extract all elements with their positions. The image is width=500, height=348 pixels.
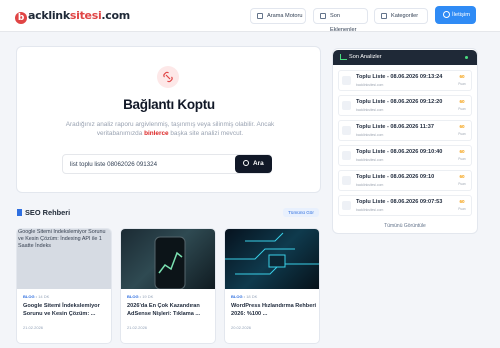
recent-analysis-row[interactable]: Toplu Liste - 08.06.2026 09:13:24 backlin… (338, 70, 472, 91)
row-domain: backlinksitesi.com (356, 83, 384, 87)
circuit-board-image (225, 229, 319, 289)
row-title: Toplu Liste - 08.06.2026 11:37 (356, 124, 434, 130)
seo-section-title: SEO Rehberi (16, 208, 70, 217)
grid-icon (257, 13, 263, 19)
post-read-time: 18 DK (246, 294, 258, 299)
row-domain: backlinksitesi.com (356, 108, 384, 112)
row-score: 60 (459, 99, 465, 104)
row-score-unit: Puan (458, 207, 466, 211)
seo-title-text: SEO Rehberi (25, 208, 71, 217)
logo-highlight: sitesi (69, 9, 102, 22)
post-meta: BLOG • 19 DK (127, 294, 154, 299)
document-icon (342, 176, 351, 185)
row-domain: backlinksitesi.com (356, 183, 384, 187)
contact-button[interactable]: İletişim (435, 6, 476, 24)
row-domain: backlinksitesi.com (356, 158, 384, 162)
row-title: Toplu Liste - 08.06.2026 09:12:20 (356, 99, 443, 105)
folder-icon (381, 13, 387, 19)
document-icon (342, 151, 351, 160)
row-title: Toplu Liste - 08.06.2026 09:07:53 (356, 199, 443, 205)
post-read-time: 19 DK (142, 294, 154, 299)
row-score-unit: Puan (458, 157, 466, 161)
desc-part: başka site analizi mevcut. (170, 130, 244, 138)
nav-latest-button[interactable]: Son Eklenenler (313, 8, 368, 33)
post-date: 20.02.2026 (231, 325, 252, 330)
post-category: BLOG (23, 294, 35, 299)
search-value: list toplu liste 08062026 091324 (70, 161, 158, 168)
view-all-link[interactable]: Tümünü Görüntüle (333, 223, 477, 229)
row-score: 60 (459, 124, 465, 129)
row-score: 60 (459, 74, 465, 79)
recent-analysis-row[interactable]: Toplu Liste - 08.06.2026 09:12:20 backlin… (338, 95, 472, 116)
desc-highlight: binlerce (144, 130, 169, 138)
phone-graphic (154, 236, 186, 290)
post-title[interactable]: 2026'da En Çok Kazandıran AdSense Nişler… (127, 303, 213, 318)
nav-search-engine-button[interactable]: Arama Motoru (250, 8, 306, 24)
post-category: BLOG (127, 294, 139, 299)
blog-card[interactable]: BLOG • 18 DK WordPress Hızlandırma Rehbe… (224, 228, 320, 344)
blog-card[interactable]: BLOG • 19 DK 2026'da En Çok Kazandıran A… (120, 228, 216, 344)
post-meta: BLOG • 18 DK (231, 294, 258, 299)
logo-text: acklink (28, 9, 70, 22)
post-title[interactable]: Google Sitemi İndekslemiyor Sorunu ve Ke… (23, 303, 109, 318)
post-date: 21.02.2026 (127, 325, 148, 330)
recent-panel-header: Son Analizler (333, 50, 477, 65)
row-domain: backlinksitesi.com (356, 133, 384, 137)
post-meta: BLOG • 14 DK (23, 294, 50, 299)
recent-title: Son Analizler (349, 54, 382, 60)
image-alt-text: Google Sitemi İndekslemiyor Sorunu ve Ke… (18, 229, 106, 249)
nav-categories-button[interactable]: Kategoriler (374, 8, 428, 24)
post-image: Google Sitemi İndekslemiyor Sorunu ve Ke… (17, 229, 111, 289)
recent-analysis-row[interactable]: Toplu Liste - 08.06.2026 11:37 backlinksi… (338, 120, 472, 141)
row-title: Toplu Liste - 08.06.2026 09:10 (356, 174, 435, 180)
phone-chart-image (121, 229, 215, 290)
search-button-label: Ara (253, 160, 264, 167)
top-header: b acklinksitesi.com Arama Motoru Son Ekle… (0, 0, 500, 33)
document-icon (342, 126, 351, 135)
document-icon (342, 76, 351, 85)
row-score: 60 (459, 174, 465, 179)
document-icon (342, 101, 351, 110)
nav-label: Son Eklenenler (330, 13, 357, 33)
post-category: BLOG (231, 294, 243, 299)
nav-label: Kategoriler (391, 13, 419, 19)
search-icon (243, 160, 249, 166)
logo-suffix: .com (101, 9, 130, 22)
row-domain: backlinksitesi.com (356, 208, 384, 212)
document-icon (342, 201, 351, 210)
seo-view-all-button[interactable]: Tümünü Gör (283, 208, 319, 217)
contact-label: İletişim (452, 12, 471, 18)
error-description: Aradığınız analiz raporu argivlenmiş, ta… (55, 120, 285, 138)
list-icon (320, 13, 326, 19)
broken-link-icon (157, 66, 179, 88)
row-score-unit: Puan (458, 82, 466, 86)
site-logo[interactable]: b acklinksitesi.com (15, 9, 130, 24)
bookmark-icon (17, 209, 22, 216)
circuit-graphic (225, 232, 319, 275)
post-title[interactable]: WordPress Hızlandırma Rehberi 2026: %100… (231, 303, 317, 318)
row-title: Toplu Liste - 08.06.2026 09:10:40 (356, 149, 443, 155)
row-score-unit: Puan (458, 182, 466, 186)
recent-analysis-row[interactable]: Toplu Liste - 08.06.2026 09:07:53 backlin… (338, 195, 472, 216)
contact-icon (443, 11, 450, 18)
recent-analysis-row[interactable]: Toplu Liste - 08.06.2026 09:10:40 backlin… (338, 145, 472, 166)
recent-analysis-row[interactable]: Toplu Liste - 08.06.2026 09:10 backlinksi… (338, 170, 472, 191)
row-title: Toplu Liste - 08.06.2026 09:13:24 (356, 74, 443, 80)
row-score: 60 (459, 199, 465, 204)
row-score-unit: Puan (458, 132, 466, 136)
error-title: Bağlantı Koptu (123, 97, 215, 112)
nav-label: Arama Motoru (267, 13, 303, 19)
search-button[interactable]: Ara (235, 155, 272, 173)
post-date: 21.02.2026 (23, 325, 44, 330)
blog-card[interactable]: Google Sitemi İndekslemiyor Sorunu ve Ke… (16, 228, 112, 344)
live-dot-icon (465, 56, 468, 59)
post-read-time: 14 DK (38, 294, 50, 299)
row-score-unit: Puan (458, 107, 466, 111)
logo-badge: b (15, 12, 27, 24)
row-score: 60 (459, 149, 465, 154)
chart-icon (340, 54, 347, 60)
